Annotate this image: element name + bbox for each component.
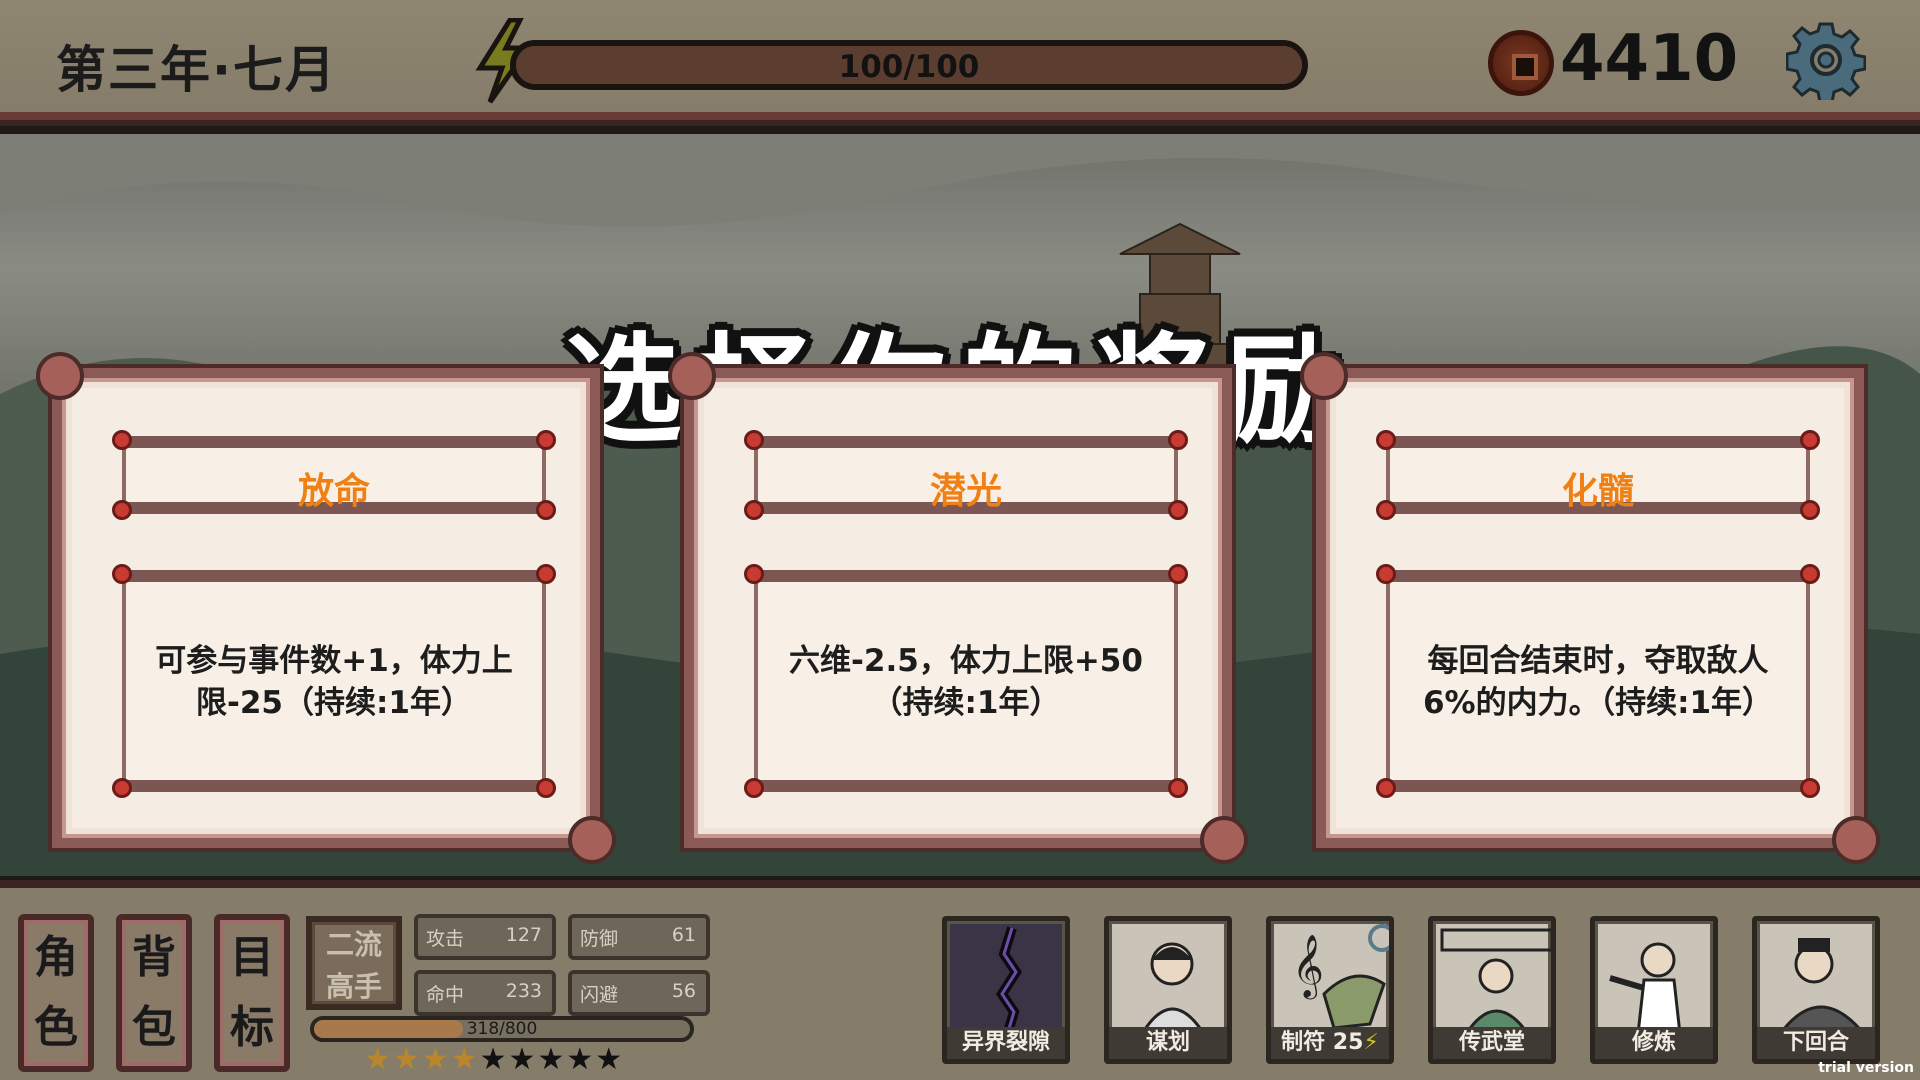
reward-description: 可参与事件数+1，体力上限-25（持续:1年）	[155, 643, 513, 721]
inventory-button[interactable]: 背 包	[116, 914, 192, 1072]
action-label-text: 制符	[1281, 1030, 1326, 1055]
action-teaching-hall[interactable]: 传武堂	[1428, 916, 1556, 1064]
trial-watermark: trial version	[1818, 1060, 1914, 1076]
stat-label: 防御	[580, 928, 619, 950]
stat-value: 127	[505, 924, 542, 946]
stat-evasion: 闪避 56	[568, 970, 710, 1016]
game-date: 第三年·七月	[56, 41, 337, 99]
goals-button-char1: 目	[230, 932, 274, 983]
action-label: 异界裂隙	[947, 1027, 1065, 1059]
reward-desc-plate: 可参与事件数+1，体力上限-25（持续:1年）	[112, 564, 556, 798]
small-lightning-icon: ⚡	[1363, 1030, 1379, 1055]
copper-coin-icon	[1488, 30, 1554, 96]
stat-value: 61	[671, 924, 696, 946]
reward-card-1[interactable]: 放命 可参与事件数+1，体力上限-25（持续:1年）	[36, 352, 616, 864]
stat-label: 闪避	[580, 984, 619, 1006]
action-training[interactable]: 修炼	[1590, 916, 1718, 1064]
character-button-char1: 角	[34, 932, 78, 983]
reward-title: 放命	[297, 471, 370, 512]
experience-text: 318/800	[466, 1019, 538, 1039]
stat-attack: 攻击 127	[414, 914, 556, 960]
reward-title: 化髓	[1561, 471, 1634, 512]
reward-title-plate: 化髓	[1376, 430, 1820, 520]
reward-card-2[interactable]: 潜光 六维-2.5，体力上限+50（持续:1年）	[668, 352, 1248, 864]
stat-label: 攻击	[426, 928, 465, 950]
action-talisman[interactable]: 𝄞 制符 25⚡	[1266, 916, 1394, 1064]
teaching-hall-icon	[1436, 924, 1551, 1036]
stat-defense: 防御 61	[568, 914, 710, 960]
top-bar: 第三年·七月 100/100 4410	[0, 0, 1920, 126]
reward-title: 潜光	[929, 471, 1002, 512]
star-filled-icon: ★	[421, 1042, 451, 1077]
inventory-button-char2: 包	[132, 1002, 176, 1053]
action-label: 下回合	[1757, 1027, 1875, 1059]
stat-value: 56	[671, 980, 696, 1002]
reward-title-plate: 潜光	[744, 430, 1188, 520]
character-button-char2: 色	[34, 1002, 78, 1053]
action-label: 谋划	[1109, 1027, 1227, 1059]
experience-bar: 318/800	[310, 1016, 694, 1042]
action-scheme[interactable]: 谋划	[1104, 916, 1232, 1064]
stat-accuracy: 命中 233	[414, 970, 556, 1016]
action-cost: 25	[1332, 1030, 1364, 1055]
rift-icon	[950, 924, 1062, 1034]
reward-description: 六维-2.5，体力上限+50（持续:1年）	[789, 643, 1143, 721]
settings-gear-icon[interactable]	[1786, 20, 1866, 100]
star-empty-icon: ★	[537, 1042, 567, 1077]
energy-bar: 100/100	[510, 40, 1308, 90]
reward-desc-plate: 六维-2.5，体力上限+50（持续:1年）	[744, 564, 1188, 798]
goals-button-char2: 标	[230, 1002, 274, 1053]
talisman-icon: 𝄞	[1274, 924, 1389, 1034]
reward-desc-plate: 每回合结束时，夺取敌人6%的内力。（持续:1年）	[1376, 564, 1820, 798]
action-rift[interactable]: 异界裂隙	[942, 916, 1070, 1064]
sleeping-scholar-icon	[1760, 924, 1872, 1036]
stat-label: 命中	[426, 984, 465, 1006]
scheming-woman-icon	[1112, 924, 1224, 1036]
stat-value: 233	[505, 980, 542, 1002]
star-empty-icon: ★	[595, 1042, 625, 1077]
inventory-button-char1: 背	[132, 932, 176, 983]
star-rating: ★★★★★★★★★	[364, 1042, 624, 1077]
reward-description: 每回合结束时，夺取敌人6%的内力。（持续:1年）	[1422, 643, 1774, 721]
character-button[interactable]: 角 色	[18, 914, 94, 1072]
training-icon	[1598, 924, 1710, 1036]
star-filled-icon: ★	[450, 1042, 480, 1077]
action-label: 制符 25⚡	[1271, 1027, 1389, 1059]
coin-count: 4410	[1560, 22, 1739, 96]
star-filled-icon: ★	[392, 1042, 422, 1077]
rank-line2: 高手	[325, 970, 382, 1003]
goals-button[interactable]: 目 标	[214, 914, 290, 1072]
reward-card-3[interactable]: 化髓 每回合结束时，夺取敌人6%的内力。（持续:1年）	[1300, 352, 1880, 864]
reward-title-plate: 放命	[112, 430, 556, 520]
energy-text: 100/100	[838, 49, 980, 85]
star-empty-icon: ★	[479, 1042, 509, 1077]
action-label: 修炼	[1595, 1027, 1713, 1059]
refresh-icon	[1368, 924, 1389, 952]
action-label: 传武堂	[1433, 1027, 1551, 1059]
star-empty-icon: ★	[566, 1042, 596, 1077]
star-empty-icon: ★	[508, 1042, 538, 1077]
rank-line1: 二流	[325, 928, 382, 961]
svg-text:𝄞: 𝄞	[1292, 934, 1324, 1000]
next-turn-button[interactable]: 下回合	[1752, 916, 1880, 1064]
star-filled-icon: ★	[364, 1042, 393, 1077]
rank-badge: 二流 高手	[306, 916, 402, 1010]
